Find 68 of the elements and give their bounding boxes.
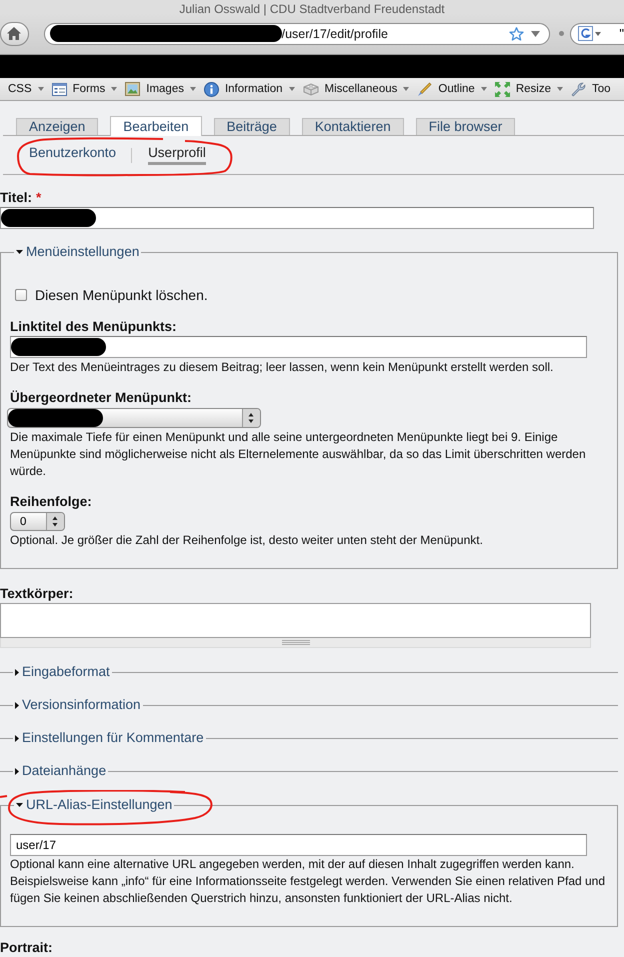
- info-icon: [204, 82, 219, 96]
- toolbar-menu-button[interactable]: Forms: [52, 82, 106, 96]
- wrench-icon: [570, 82, 586, 96]
- toolbar-menu-button[interactable]: Outline: [417, 82, 475, 96]
- text-area[interactable]: [0, 603, 591, 638]
- caret-icon[interactable]: [531, 30, 540, 36]
- search-engine-icon[interactable]: [578, 26, 594, 41]
- toolbar-menu-button[interactable]: Miscellaneous: [302, 82, 398, 96]
- field-label: Portrait:: [0, 941, 54, 955]
- tab[interactable]: Beiträge: [214, 118, 290, 135]
- checkbox[interactable]: [15, 289, 27, 301]
- field-description: Der Text des Menüeintrages zu diesem Beitrag; leer lassen, wenn kein Menüpunkt erstellt werden soll.: [10, 359, 554, 376]
- toolbar-menu-button[interactable]: Too: [570, 82, 611, 96]
- text-field[interactable]: [10, 336, 587, 358]
- pencil-icon: [417, 82, 432, 96]
- tab[interactable]: Anzeigen: [16, 118, 98, 135]
- field-description: Optional. Je größer die Zahl der Reihenfolge ist, desto weiter unten steht der Menüpunkt.: [10, 532, 484, 549]
- grip-icon: [282, 640, 310, 645]
- address-field[interactable]: /user/17/edit/profile: [44, 22, 550, 44]
- text-field[interactable]: user/17: [10, 834, 587, 856]
- select-field[interactable]: 0: [10, 512, 65, 531]
- star-icon[interactable]: [509, 26, 524, 40]
- caret-icon[interactable]: [556, 87, 563, 91]
- caret-icon[interactable]: [38, 87, 44, 91]
- checkbox-label: Diesen Menüpunkt löschen.: [35, 287, 208, 303]
- toolbar-menu-button[interactable]: Resize: [494, 82, 551, 96]
- field-description: Die maximale Tiefe für einen Menüpunkt und alle seine untergeordneten Menüpunkte liegt bei 9. Einige Menüpunkte sind möglicherweise nicht als Elternelemente auswählbar, da so das Limit überschritten werden würde.: [10, 429, 587, 480]
- tab[interactable]: Bearbeiten: [110, 116, 202, 136]
- form-icon: [52, 82, 67, 96]
- field-label: Übergeordneter Menüpunkt:: [10, 390, 193, 406]
- expand-arrows-icon: [494, 82, 510, 96]
- home-icon: [7, 27, 22, 40]
- text-field[interactable]: [0, 207, 594, 229]
- section-toggle[interactable]: Versionsinformation: [13, 697, 143, 713]
- section-toggle[interactable]: URL-Alias-Einstellungen: [14, 797, 174, 813]
- caret-icon[interactable]: [111, 87, 118, 91]
- section-toggle[interactable]: Einstellungen für Kommentare: [13, 730, 206, 746]
- field-label: Titel:: [0, 190, 32, 206]
- caret-icon[interactable]: [288, 87, 294, 91]
- window-title: Julian Osswald | CDU Stadtverband Freudenstadt: [179, 2, 445, 16]
- home-button[interactable]: [0, 22, 29, 46]
- required-mark: *: [36, 190, 42, 206]
- toolbar-menu-button[interactable]: CSS: [8, 83, 32, 95]
- subtab[interactable]: Benutzerkonto: [29, 145, 116, 165]
- field-description: Optional kann eine alternative URL angegeben werden, mit der auf diesen Inhalt zugegriffen werden kann. Beispielsweise kann „info“ für eine Informationsseite festgelegt werden. Verwenden Sie einen relativen Pfad und fügen Sie keinen abschließenden Querstrich hinzu, ansonsten funktioniert der URL-Alias nicht.: [10, 856, 606, 907]
- field-label: Linktitel des Menüpunkts:: [10, 319, 178, 335]
- subtab[interactable]: Userprofil: [148, 145, 206, 165]
- field-label: Reihenfolge:: [10, 494, 93, 510]
- dot-icon: [559, 31, 564, 36]
- tab[interactable]: Kontaktieren: [302, 118, 404, 135]
- select-field[interactable]: [7, 408, 261, 428]
- search-field[interactable]: ": [570, 22, 624, 44]
- caret-icon[interactable]: [480, 87, 487, 91]
- picture-icon: [125, 82, 140, 96]
- caret-icon[interactable]: [595, 32, 602, 36]
- brick-icon: [302, 82, 318, 96]
- toolbar-menu-button[interactable]: Images: [125, 82, 184, 96]
- toolbar-menu-button[interactable]: Information: [204, 82, 282, 96]
- caret-icon[interactable]: [190, 87, 196, 91]
- tab[interactable]: File browser: [416, 118, 516, 135]
- section-toggle[interactable]: Eingabeformat: [13, 664, 112, 680]
- section-toggle[interactable]: Dateianhänge: [13, 763, 108, 779]
- stepper-icon: [46, 513, 64, 530]
- caret-icon[interactable]: [403, 87, 410, 91]
- field-label: Textkörper:: [0, 586, 74, 602]
- resize-handle[interactable]: [0, 638, 591, 648]
- stepper-icon: [242, 409, 260, 427]
- section-toggle[interactable]: Menüeinstellungen: [14, 244, 142, 260]
